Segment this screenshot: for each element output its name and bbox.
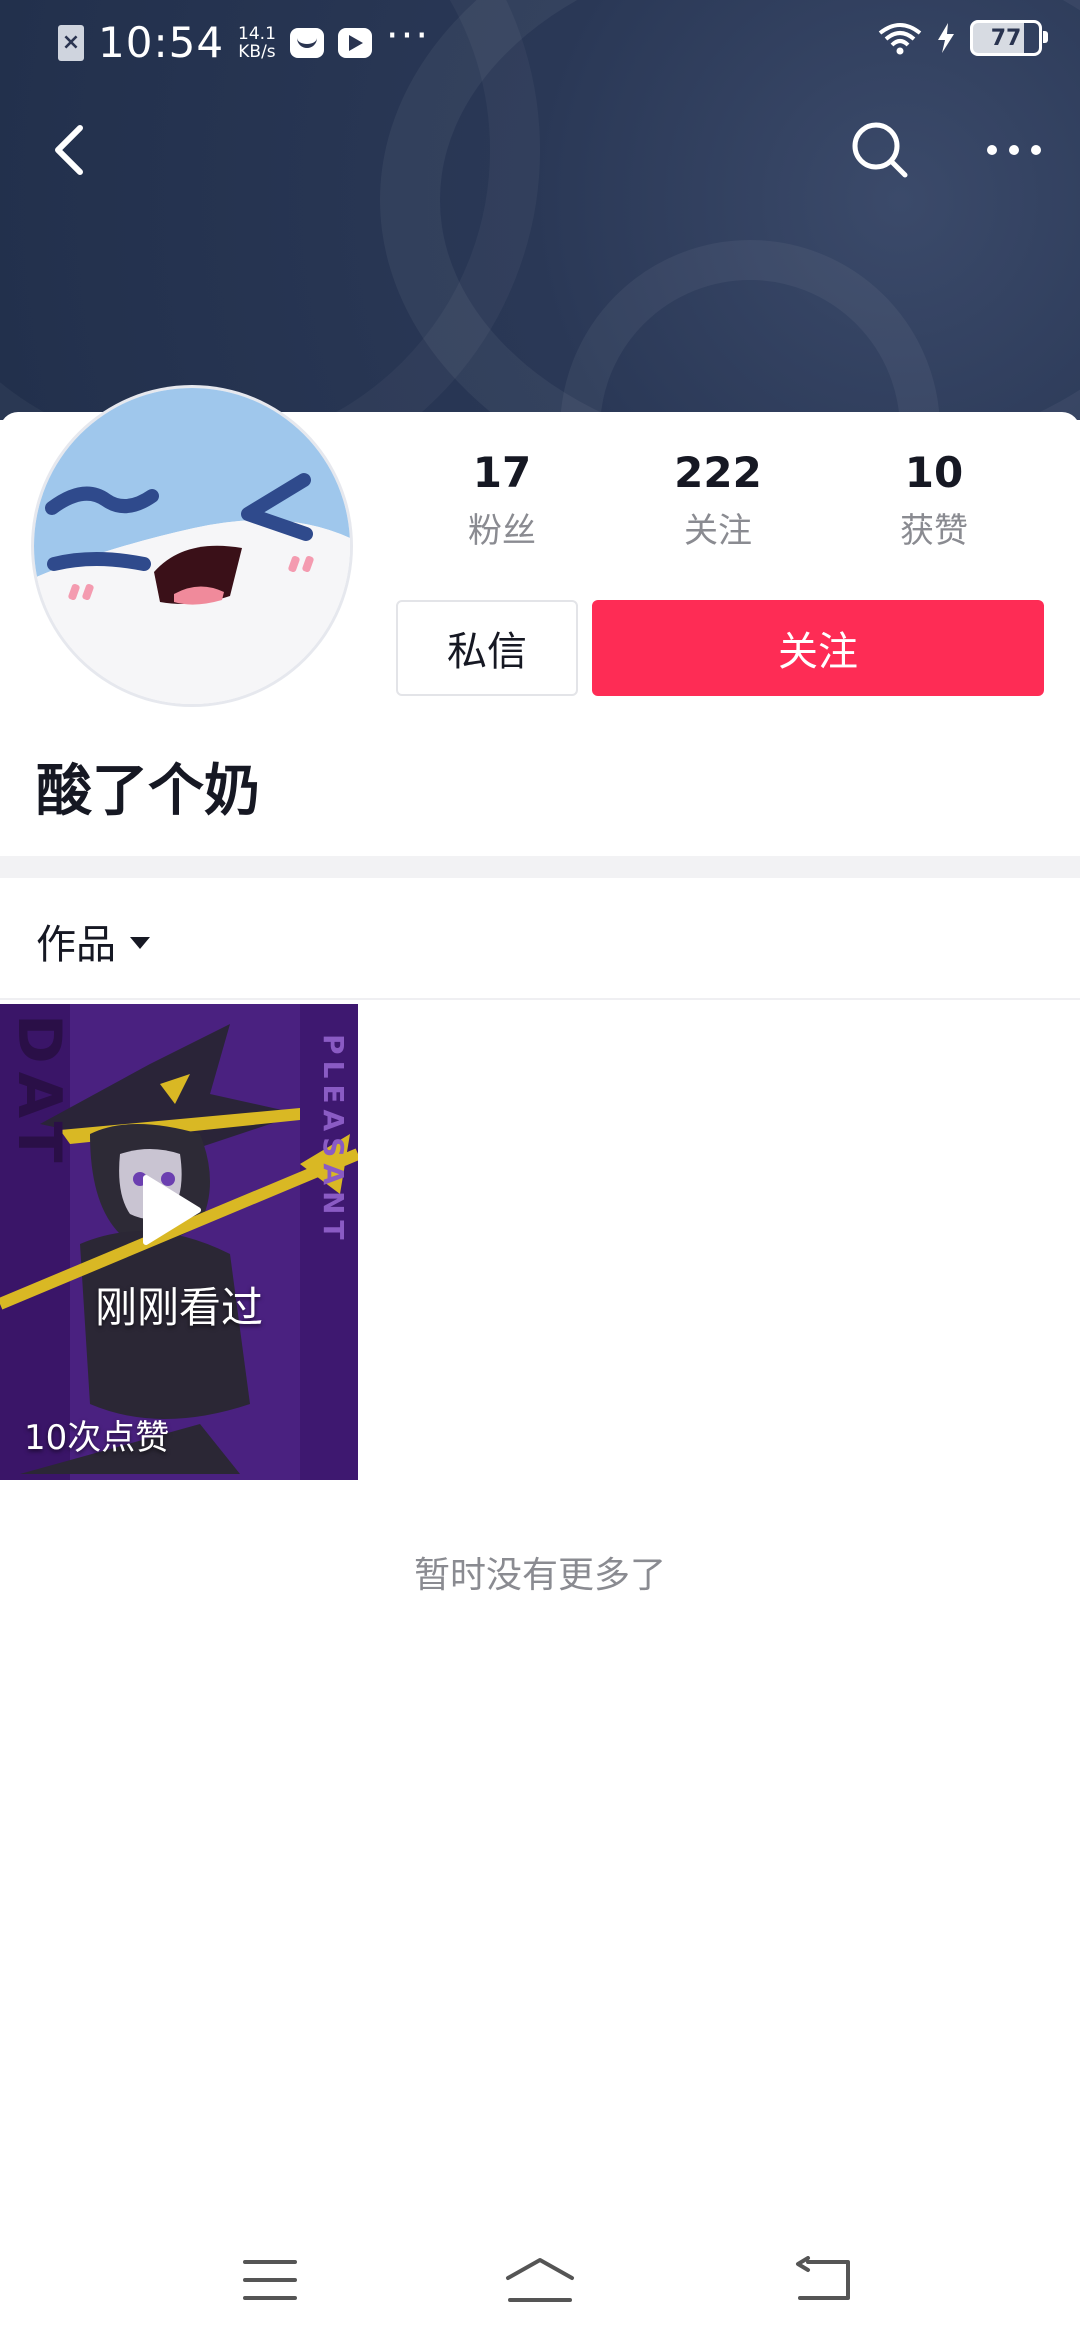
close-notify-icon: ×: [58, 24, 84, 61]
avatar-image: [34, 388, 350, 704]
more-button[interactable]: [974, 110, 1054, 190]
back-nav-button[interactable]: [784, 2250, 864, 2310]
menu-icon: [243, 2260, 297, 2300]
like-count: 10次点赞: [24, 1418, 170, 1458]
thumbnail-art-text: DAT: [4, 1014, 74, 1171]
stat-value: 10: [904, 448, 964, 497]
end-of-list-text: 暂时没有更多了: [413, 1555, 666, 1596]
battery-icon: 77: [970, 20, 1048, 56]
stat-label: 粉丝: [468, 511, 536, 551]
stat-value: 17: [472, 448, 532, 497]
stat-value: 222: [674, 448, 762, 497]
stat-label: 关注: [684, 511, 752, 551]
works-tab-label: 作品: [36, 922, 116, 968]
network-speed: 14.1 KB/s: [238, 25, 276, 61]
battery-level: 77: [990, 25, 1022, 51]
works-tab[interactable]: 作品: [36, 912, 150, 970]
section-divider: [0, 856, 1080, 878]
stat-followers[interactable]: 17 粉丝: [402, 448, 602, 552]
system-nav-bar: [0, 2220, 1080, 2340]
follow-button[interactable]: 关注: [592, 600, 1044, 696]
search-icon: [852, 122, 908, 178]
nickname: 酸了个奶: [36, 759, 260, 824]
thumbnail-art-text: PLEASANT: [317, 1034, 350, 1246]
stat-likes[interactable]: 10 获赞: [834, 448, 1034, 552]
tab-divider: [0, 998, 1080, 1000]
caret-down-icon: [130, 937, 150, 949]
more-icon: [987, 145, 1041, 155]
stat-label: 获赞: [900, 511, 968, 551]
video-thumbnail[interactable]: DAT PLEASANT 刚刚看过 10次点赞: [0, 1004, 358, 1480]
status-time: 10:54: [98, 18, 225, 67]
charging-icon: [938, 23, 954, 53]
more-dots-icon: ···: [385, 12, 431, 59]
stat-following[interactable]: 222 关注: [618, 448, 818, 552]
menu-button[interactable]: [230, 2250, 310, 2310]
back-button[interactable]: [30, 110, 110, 190]
speed-unit: KB/s: [238, 41, 276, 62]
back-icon: [55, 125, 83, 175]
wifi-icon: [878, 23, 922, 55]
search-button[interactable]: [840, 110, 920, 190]
recently-viewed-label: 刚刚看过: [94, 1283, 263, 1332]
home-button[interactable]: [500, 2250, 580, 2310]
speed-value: 14.1: [238, 23, 276, 44]
avatar[interactable]: [34, 388, 350, 704]
play-icon: [337, 27, 372, 58]
return-icon: [796, 2256, 850, 2300]
play-overlay-icon: [143, 1175, 201, 1245]
status-bar: × 10:54 14.1 KB/s ··· 77: [0, 0, 1080, 84]
mail-icon: [289, 27, 324, 58]
message-button[interactable]: 私信: [396, 600, 578, 696]
home-icon: [506, 2258, 574, 2302]
